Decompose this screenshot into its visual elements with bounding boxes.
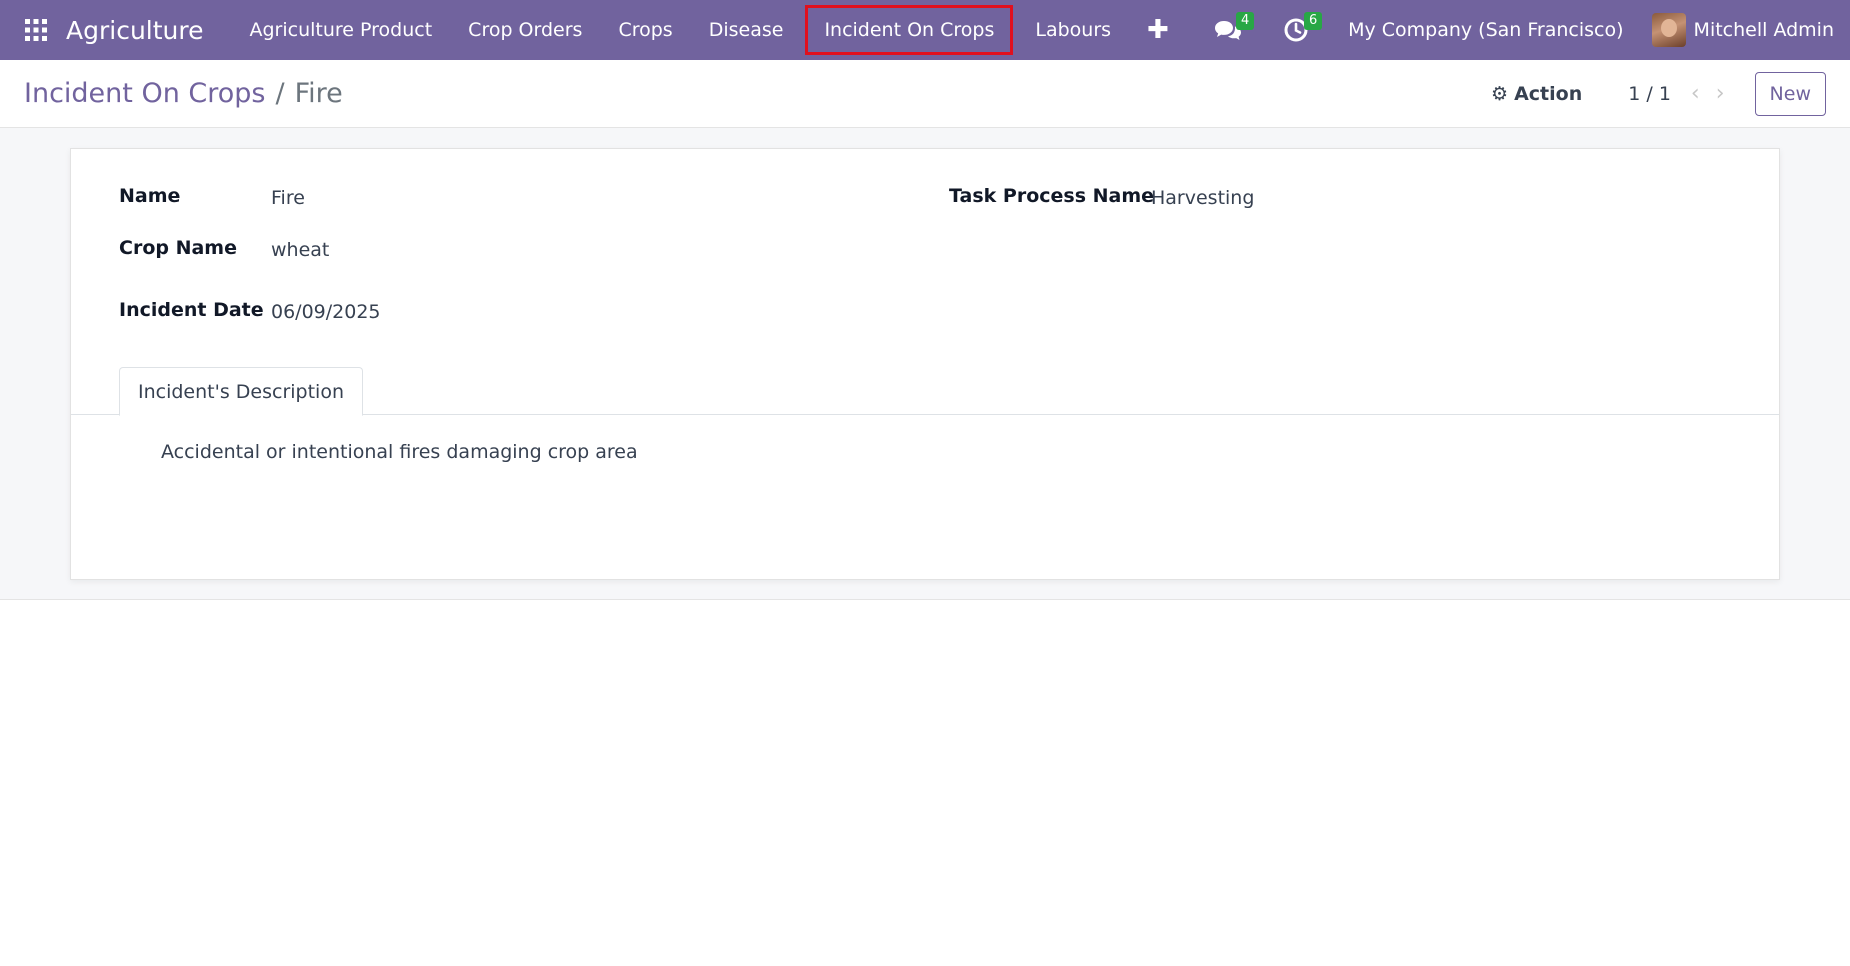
gear-icon: ⚙ — [1491, 82, 1509, 105]
menu-labours[interactable]: Labours — [1017, 5, 1129, 55]
user-menu[interactable]: Mitchell Admin — [1651, 13, 1834, 47]
notebook-tabs: Incident's Description — [71, 367, 1779, 416]
name-field[interactable]: Fire — [271, 187, 305, 209]
incident-date-label: Incident Date — [119, 299, 264, 321]
menu-incident-on-crops[interactable]: Incident On Crops — [805, 5, 1014, 55]
menu-agriculture-product[interactable]: Agriculture Product — [232, 5, 451, 55]
action-label: Action — [1514, 82, 1583, 105]
chevron-right-icon[interactable]: › — [1716, 81, 1725, 106]
name-label: Name — [119, 185, 181, 207]
breadcrumb-current: Fire — [294, 78, 343, 109]
crop-name-field[interactable]: wheat — [271, 239, 329, 261]
chevron-left-icon[interactable]: ‹ — [1691, 81, 1700, 106]
new-button[interactable]: New — [1754, 71, 1826, 116]
incident-description-field[interactable]: Accidental or intentional fires damaging… — [161, 441, 638, 463]
breadcrumb: Incident On Crops / Fire — [24, 78, 343, 109]
crop-name-label: Crop Name — [119, 237, 237, 259]
task-process-name-field[interactable]: Harvesting — [1151, 187, 1254, 209]
breadcrumb-parent-link[interactable]: Incident On Crops — [24, 78, 265, 109]
control-panel-actions: ⚙ Action 1 / 1 ‹ › New — [1491, 71, 1850, 116]
form-view: Name Fire Crop Name wheat Incident Date … — [0, 128, 1850, 600]
company-switcher[interactable]: My Company (San Francisco) — [1348, 19, 1623, 41]
apps-grid-icon[interactable] — [16, 10, 56, 50]
avatar — [1651, 13, 1686, 47]
breadcrumb-separator: / — [275, 78, 285, 109]
top-navbar: Agriculture Agriculture Product Crop Ord… — [0, 0, 1850, 60]
menu-crops[interactable]: Crops — [600, 5, 690, 55]
action-button[interactable]: ⚙ Action — [1491, 83, 1582, 105]
activities-count-badge: 6 — [1304, 12, 1323, 30]
incident-date-field[interactable]: 06/09/2025 — [271, 301, 381, 323]
menu-disease[interactable]: Disease — [691, 5, 802, 55]
menu-crop-orders[interactable]: Crop Orders — [450, 5, 600, 55]
pager-value[interactable]: 1 / 1 — [1628, 83, 1671, 105]
form-sheet: Name Fire Crop Name wheat Incident Date … — [70, 148, 1780, 580]
plus-icon[interactable]: ✚ — [1129, 15, 1187, 45]
navbar-systray: 4 6 My Company (San Francisco) Mitchell … — [1194, 0, 1850, 60]
task-process-name-label: Task Process Name — [949, 185, 1155, 207]
messages-button[interactable]: 4 — [1206, 10, 1255, 50]
user-name: Mitchell Admin — [1693, 19, 1834, 41]
activities-button[interactable]: 6 — [1274, 10, 1323, 50]
app-brand[interactable]: Agriculture — [66, 16, 204, 45]
messages-count-badge: 4 — [1236, 12, 1255, 30]
tab-incident-description[interactable]: Incident's Description — [119, 367, 363, 416]
control-panel: Incident On Crops / Fire ⚙ Action 1 / 1 … — [0, 60, 1850, 128]
